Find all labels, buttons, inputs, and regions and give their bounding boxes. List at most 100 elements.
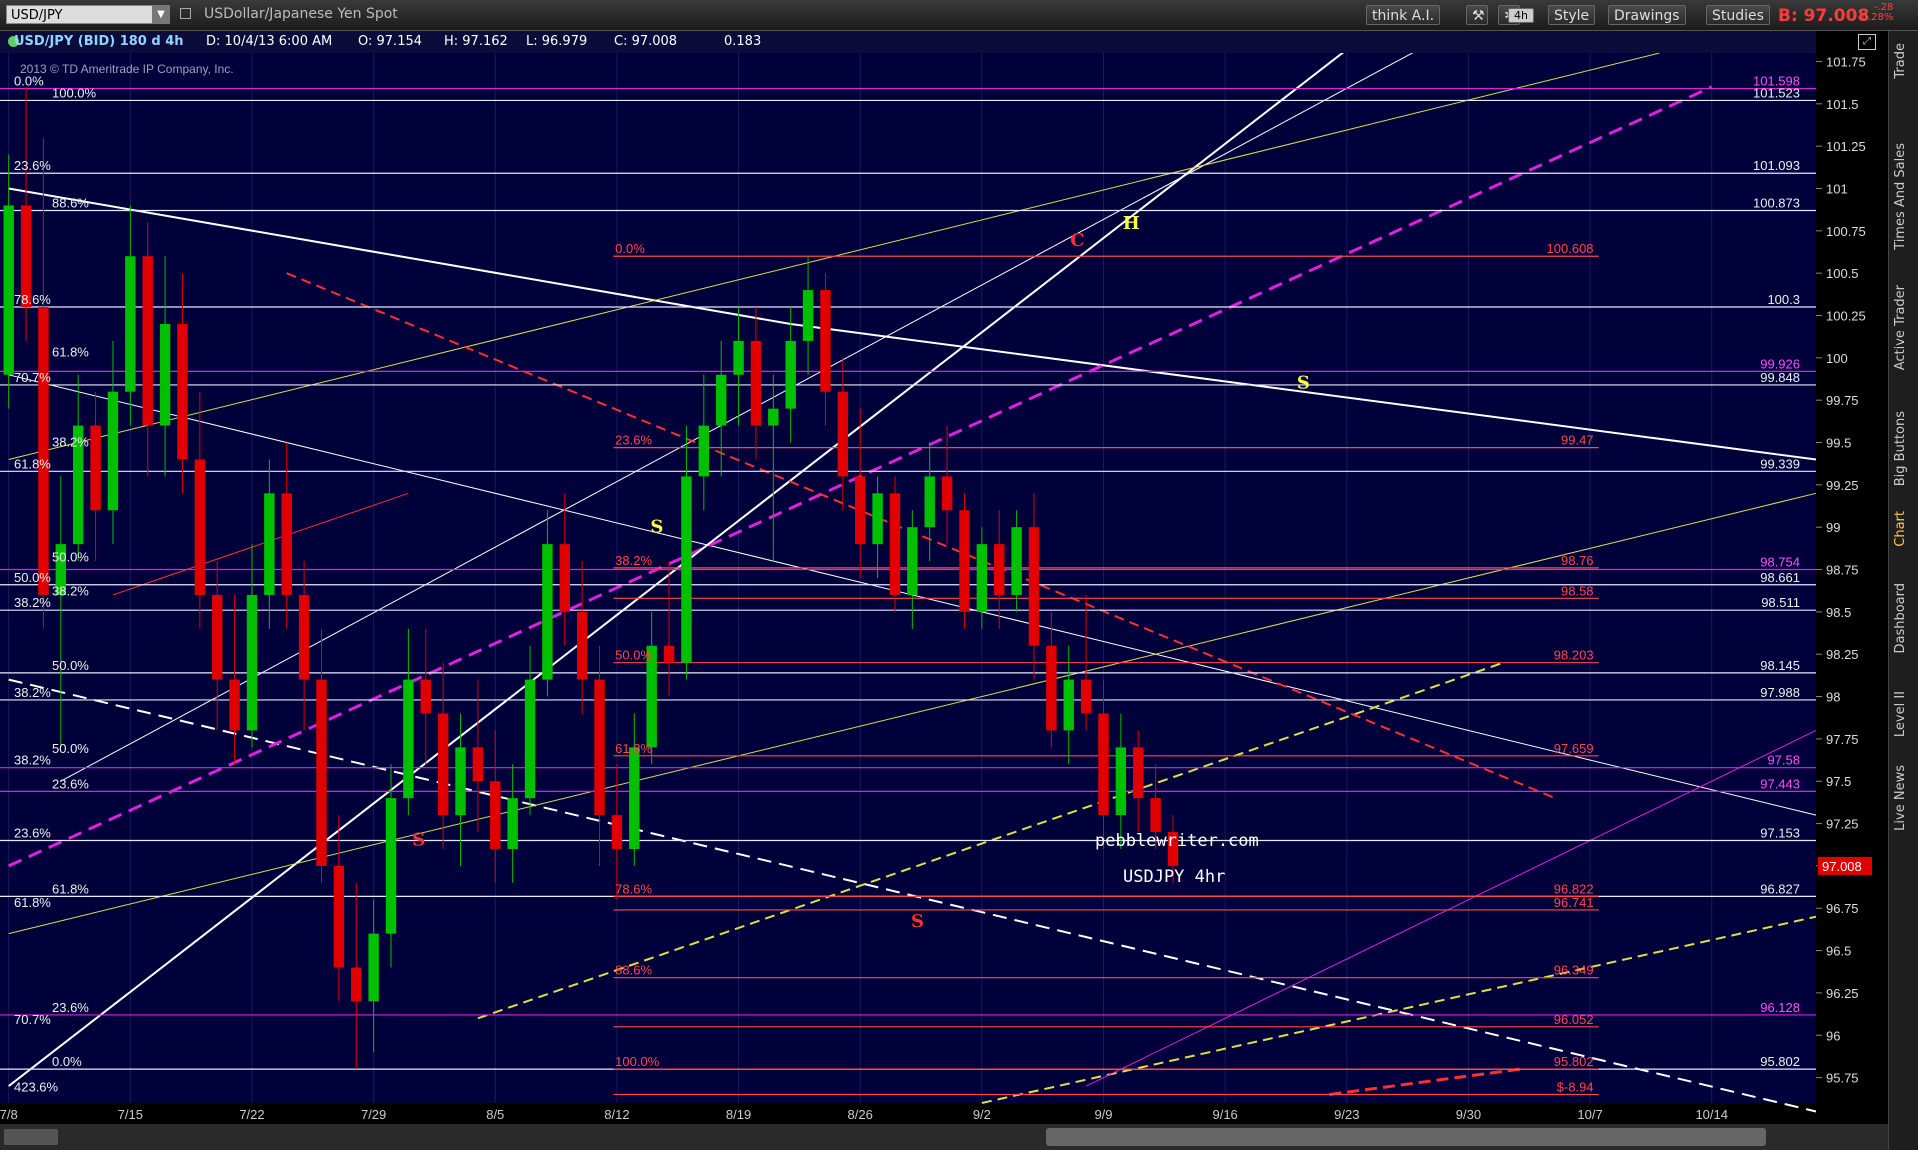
candle-body: [437, 713, 449, 816]
tab-times-and-sales[interactable]: Times And Sales: [1893, 143, 1908, 250]
annotation-label: S: [911, 911, 924, 932]
candle-body: [698, 425, 710, 477]
fib-left-label: 38.2%: [14, 685, 51, 700]
candle-body: [681, 476, 692, 663]
period-button[interactable]: 4h: [1508, 8, 1534, 23]
white-level-label: 98.511: [1761, 595, 1800, 610]
candle-body: [298, 594, 310, 680]
candle-body: [455, 747, 466, 816]
white-level-label: 97.153: [1760, 826, 1800, 841]
price-change: -.28 -0.28%: [1858, 3, 1893, 23]
candle-body: [976, 544, 988, 612]
expand-icon[interactable]: ⤢: [1858, 34, 1876, 50]
tab-dashboard[interactable]: Dashboard: [1893, 583, 1908, 654]
candle-body: [872, 493, 883, 545]
y-tick-label: 95.75: [1826, 1071, 1859, 1086]
y-tick-label: 97.5: [1826, 774, 1851, 789]
time-axis: [0, 1103, 1816, 1124]
zoom-controls[interactable]: [4, 1129, 58, 1145]
fib-mid-label: 23.6%: [615, 433, 652, 448]
price-chart[interactable]: 101.523101.093100.873100.399.84899.33998…: [0, 53, 1888, 1124]
fib-left-label: 61.8%: [14, 895, 51, 910]
x-tick-label: 10/7: [1577, 1107, 1602, 1122]
y-tick-label: 101: [1826, 181, 1848, 196]
candle-body: [472, 747, 484, 782]
candle-body: [750, 340, 762, 426]
x-tick-label: 8/26: [848, 1107, 873, 1122]
fib-mid-label: 38.2%: [615, 553, 652, 568]
candle-body: [889, 493, 901, 595]
candle-body: [802, 290, 814, 341]
white-level-label: 96.827: [1760, 881, 1800, 896]
scrollbar-thumb[interactable]: [1046, 1128, 1766, 1146]
red-level-label: 100.608: [1547, 241, 1594, 256]
fib-mid-label: 61.8%: [615, 741, 652, 756]
symbol-description: USDollar/Japanese Yen Spot: [204, 6, 398, 22]
bottom-scrollbar[interactable]: [0, 1124, 1888, 1150]
magenta-level-label: 98.754: [1760, 555, 1800, 570]
candle-body: [594, 679, 605, 816]
candle-body: [663, 645, 675, 663]
candle-body: [316, 679, 327, 866]
candle-body: [1046, 645, 1057, 731]
candle-body: [785, 340, 796, 409]
info-change: 0.183: [724, 34, 762, 49]
red-level-label: 95.802: [1554, 1054, 1594, 1069]
chevron-down-icon[interactable]: ▼: [152, 5, 170, 24]
candle-body: [733, 340, 744, 375]
tab-live-news[interactable]: Live News: [1893, 765, 1908, 831]
candle-body: [1098, 713, 1109, 816]
fib-mid-label: 78.6%: [615, 881, 652, 896]
tab-active-trader[interactable]: Active Trader: [1893, 285, 1908, 370]
x-tick-label: 8/5: [486, 1107, 504, 1122]
last-price: B: 97.008: [1778, 6, 1870, 26]
tab-chart[interactable]: Chart: [1893, 511, 1908, 547]
white-level-label: 98.145: [1760, 658, 1800, 673]
annotation-label: H: [1123, 213, 1140, 234]
symbol-input[interactable]: USD/JPY: [6, 5, 156, 24]
fib-left-label: 78.6%: [14, 292, 51, 307]
y-tick-label: 99.25: [1826, 478, 1859, 493]
x-tick-label: 9/16: [1212, 1107, 1237, 1122]
wrench-icon[interactable]: ⚒: [1466, 5, 1488, 25]
style-button[interactable]: Style: [1548, 5, 1596, 25]
current-price-label: 97.008: [1822, 859, 1862, 874]
red-level-label: 96.349: [1554, 963, 1594, 978]
fib-left-label: 38.2%: [14, 595, 51, 610]
candle-body: [854, 476, 866, 545]
x-tick-label: 10/14: [1695, 1107, 1728, 1122]
candle-body: [1150, 798, 1161, 833]
studies-button[interactable]: Studies: [1706, 5, 1770, 25]
white-level-label: 101.093: [1753, 158, 1800, 173]
tab-big-buttons[interactable]: Big Buttons: [1893, 411, 1908, 486]
drawings-button[interactable]: Drawings: [1608, 5, 1686, 25]
y-tick-label: 97.25: [1826, 817, 1859, 832]
fib-left-label: 50.0%: [52, 549, 89, 564]
annotation-label: S: [1297, 372, 1310, 393]
candle-body: [420, 679, 431, 714]
tab-trade[interactable]: Trade: [1893, 43, 1908, 79]
candle-body: [107, 391, 119, 511]
magenta-level-label: 99.926: [1760, 356, 1800, 371]
candle-body: [820, 290, 831, 392]
change-percent: -0.28%: [1858, 12, 1894, 23]
y-tick-label: 100.25: [1826, 309, 1866, 324]
candle-body: [177, 323, 188, 460]
annotation-label: S: [650, 516, 663, 537]
white-level-label: 97.988: [1760, 685, 1800, 700]
white-level-label: 99.339: [1760, 456, 1800, 471]
candle-body: [351, 967, 362, 1002]
price-axis: [1816, 53, 1888, 1124]
tab-level-ii[interactable]: Level II: [1893, 691, 1908, 737]
candle-body: [246, 594, 258, 731]
candle-body: [142, 256, 153, 426]
white-level-label: 99.848: [1760, 370, 1800, 385]
candle-body: [959, 510, 970, 612]
y-tick-label: 96: [1826, 1028, 1840, 1043]
magenta-level-label: 101.598: [1753, 74, 1800, 89]
x-tick-label: 7/22: [239, 1107, 264, 1122]
think-ai-button[interactable]: think A.I.: [1366, 5, 1441, 25]
link-icon[interactable]: [180, 8, 191, 19]
white-level-label: 100.873: [1753, 196, 1800, 211]
info-open: O: 97.154: [358, 34, 423, 49]
